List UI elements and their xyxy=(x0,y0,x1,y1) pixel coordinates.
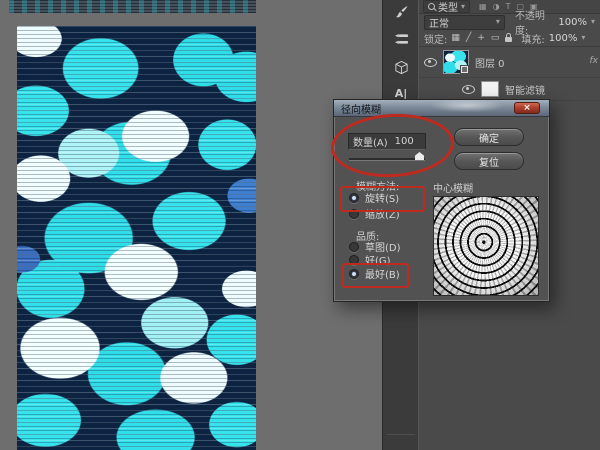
close-button[interactable]: × xyxy=(514,102,540,114)
type-layer-filter-icon[interactable]: T xyxy=(506,2,511,11)
lock-row: 锁定: ▦ ╱ + ▭ 填充: 100% ▾ xyxy=(419,30,600,47)
tool-presets-icon xyxy=(394,31,409,46)
lock-pixels-icon[interactable]: ╱ xyxy=(466,33,471,43)
pixel-layer-filter-icon[interactable]: ▦ xyxy=(479,2,487,11)
brush-panel-icon[interactable] xyxy=(383,2,419,22)
lock-label: 锁定: xyxy=(424,31,447,46)
stones-canvas-image xyxy=(17,26,256,450)
lock-all-icon[interactable] xyxy=(505,37,512,42)
amount-field[interactable]: 数量(A) 100 xyxy=(348,133,426,150)
lock-artboard-icon[interactable]: ▭ xyxy=(491,33,500,43)
amount-input[interactable]: 100 xyxy=(395,136,414,147)
dialog-titlebar[interactable]: 径向模糊 × xyxy=(334,100,549,117)
fill-label: 填充: xyxy=(521,31,544,46)
chevron-down-icon[interactable]: ▾ xyxy=(581,34,585,42)
lock-position-icon[interactable]: + xyxy=(477,33,485,43)
reset-label: 复位 xyxy=(479,154,499,169)
radio-best[interactable]: 最好(B) xyxy=(349,267,400,280)
smart-object-badge-icon xyxy=(460,65,469,74)
smart-filters-label: 智能滤镜 xyxy=(505,82,545,97)
blend-mode-select[interactable]: 正常 ▾ xyxy=(424,15,505,30)
chevron-down-icon: ▾ xyxy=(461,3,465,11)
ok-label: 确定 xyxy=(479,130,499,145)
lock-transparency-icon[interactable]: ▦ xyxy=(451,33,460,43)
tool-presets-panel-icon[interactable] xyxy=(383,28,419,48)
visibility-eye-icon[interactable] xyxy=(424,58,437,67)
radio-zoom-label: 缩放(Z) xyxy=(365,206,400,221)
radio-good[interactable]: 好(G) xyxy=(349,253,391,266)
layer-name[interactable]: 图层 0 xyxy=(475,55,505,70)
chevron-down-icon[interactable]: ▾ xyxy=(591,18,595,26)
layer-filter-bar: 类型 ▾ ▦ ◑ T ▢ ▣ xyxy=(419,0,600,14)
ok-button[interactable]: 确定 xyxy=(454,128,524,146)
search-icon xyxy=(428,3,435,10)
smart-filter-fx-icon[interactable]: fx xyxy=(590,56,599,66)
dialog-title: 径向模糊 xyxy=(334,101,381,116)
cube-icon xyxy=(394,60,409,75)
blur-center-preview[interactable] xyxy=(433,196,539,296)
brush-icon xyxy=(394,5,409,20)
fill-value[interactable]: 100% xyxy=(549,33,578,44)
filter-mask-thumbnail[interactable] xyxy=(481,81,499,97)
blend-mode-row: 正常 ▾ 不透明度: 100% ▾ xyxy=(419,14,600,30)
3d-panel-icon[interactable] xyxy=(383,57,419,77)
kind-filter-label: 类型 xyxy=(438,0,458,14)
radio-best-label: 最好(B) xyxy=(365,266,400,281)
adjustment-layer-filter-icon[interactable]: ◑ xyxy=(493,2,500,11)
image-top-sliver xyxy=(9,0,256,13)
slider-thumb[interactable] xyxy=(415,152,424,160)
blend-mode-value: 正常 xyxy=(429,15,449,30)
reset-button[interactable]: 复位 xyxy=(454,152,524,170)
radio-button-icon[interactable] xyxy=(349,193,359,203)
lock-icons: ▦ ╱ + ▭ xyxy=(451,33,512,43)
layer-kind-filter[interactable]: 类型 ▾ xyxy=(423,0,470,13)
visibility-eye-icon[interactable] xyxy=(462,85,475,94)
smart-filters-row[interactable]: 智能滤镜 xyxy=(419,78,600,101)
radio-button-icon[interactable] xyxy=(349,209,359,219)
radio-spin[interactable]: 旋转(S) xyxy=(349,191,399,204)
amount-slider[interactable] xyxy=(349,158,425,161)
close-icon: × xyxy=(523,104,531,113)
radio-button-icon[interactable] xyxy=(349,242,359,252)
radio-spin-label: 旋转(S) xyxy=(365,190,399,205)
radio-zoom[interactable]: 缩放(Z) xyxy=(349,207,400,220)
layer-row-0[interactable]: 图层 0 fx xyxy=(419,47,600,78)
chevron-down-icon: ▾ xyxy=(496,18,500,26)
photoshop-workspace: A| 类型 ▾ ▦ ◑ T ▢ ▣ 正常 ▾ 不透明度: 100% xyxy=(0,0,600,450)
opacity-value[interactable]: 100% xyxy=(558,17,587,28)
center-blur-label: 中心模糊 xyxy=(433,180,473,195)
dock-divider xyxy=(387,434,415,435)
radial-blur-dialog: 径向模糊 × 数量(A) 100 确定 复位 模糊方法: 旋转(S) 缩放(Z)… xyxy=(333,99,550,302)
radio-good-label: 好(G) xyxy=(365,252,391,267)
radio-button-icon[interactable] xyxy=(349,255,359,265)
amount-label: 数量(A) xyxy=(353,134,388,149)
layer-thumbnail[interactable] xyxy=(443,50,469,74)
radio-button-icon[interactable] xyxy=(349,269,359,279)
